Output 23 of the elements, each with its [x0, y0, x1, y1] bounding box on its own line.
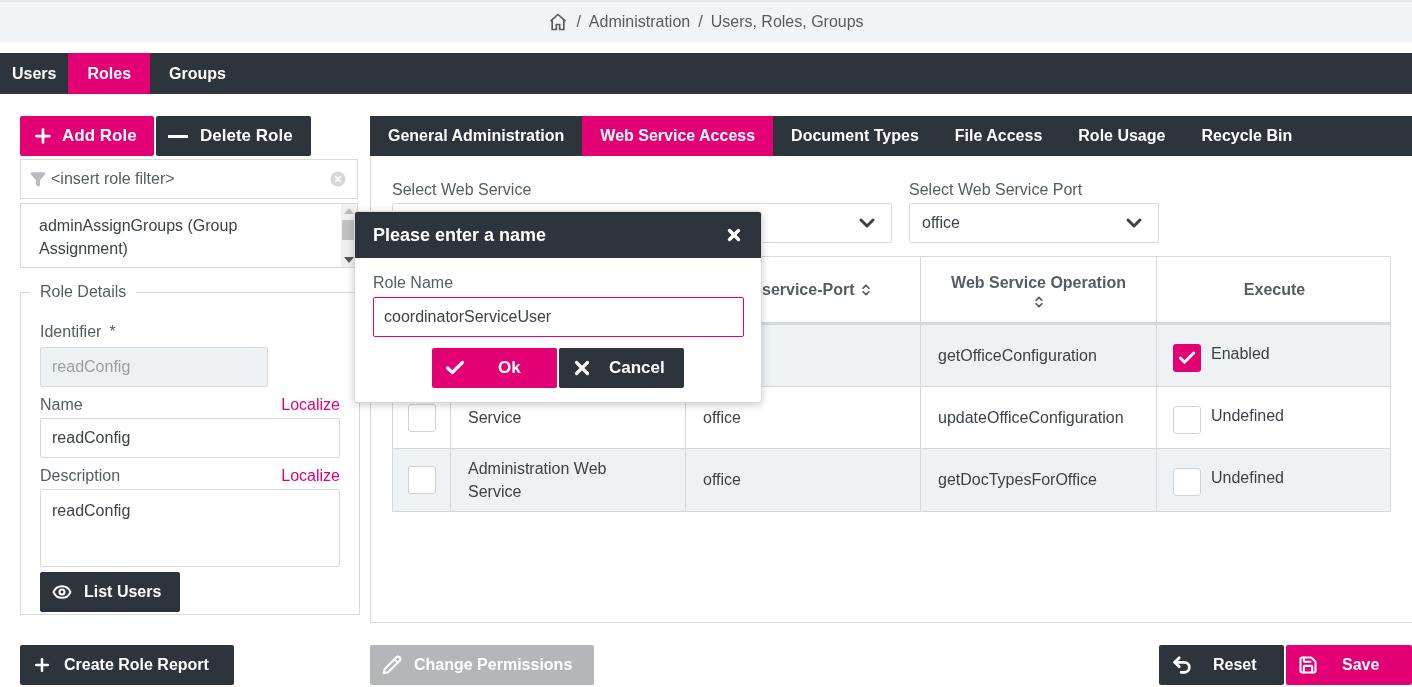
breadcrumb-separator: /	[576, 12, 581, 32]
table-cell-text: getOfficeConfiguration	[938, 345, 1097, 366]
table-header: Execute	[1242, 279, 1307, 300]
required-mark: *	[109, 322, 116, 342]
field-label: Select Web Service Port	[909, 180, 1084, 200]
table-cell-text: office	[703, 470, 741, 490]
table-cell-text: Service	[468, 408, 522, 428]
table-cell-text: office	[703, 407, 741, 428]
execute-label: Enabled	[1211, 344, 1270, 364]
execute-label: Undefined	[1211, 468, 1284, 488]
table-cell-text: updateOfficeConfiguration	[938, 407, 1124, 428]
field-label: Description	[40, 466, 121, 486]
field-label: Select Web Service	[392, 180, 533, 200]
field-label: Role Name	[373, 273, 455, 293]
identifier-field: readConfig	[40, 347, 268, 387]
table-cell-text: getDocTypesForOffice	[938, 470, 1097, 490]
table-cell-text: Administration Web Service	[468, 459, 608, 502]
role-details-legend: Role Details	[30, 280, 137, 304]
field-label: Identifier	[40, 322, 102, 342]
execute-label: Undefined	[1211, 406, 1284, 426]
dialog-title: Please enter a name	[373, 223, 547, 247]
field-label: Name	[40, 395, 83, 415]
breadcrumb-separator: /	[698, 12, 703, 32]
